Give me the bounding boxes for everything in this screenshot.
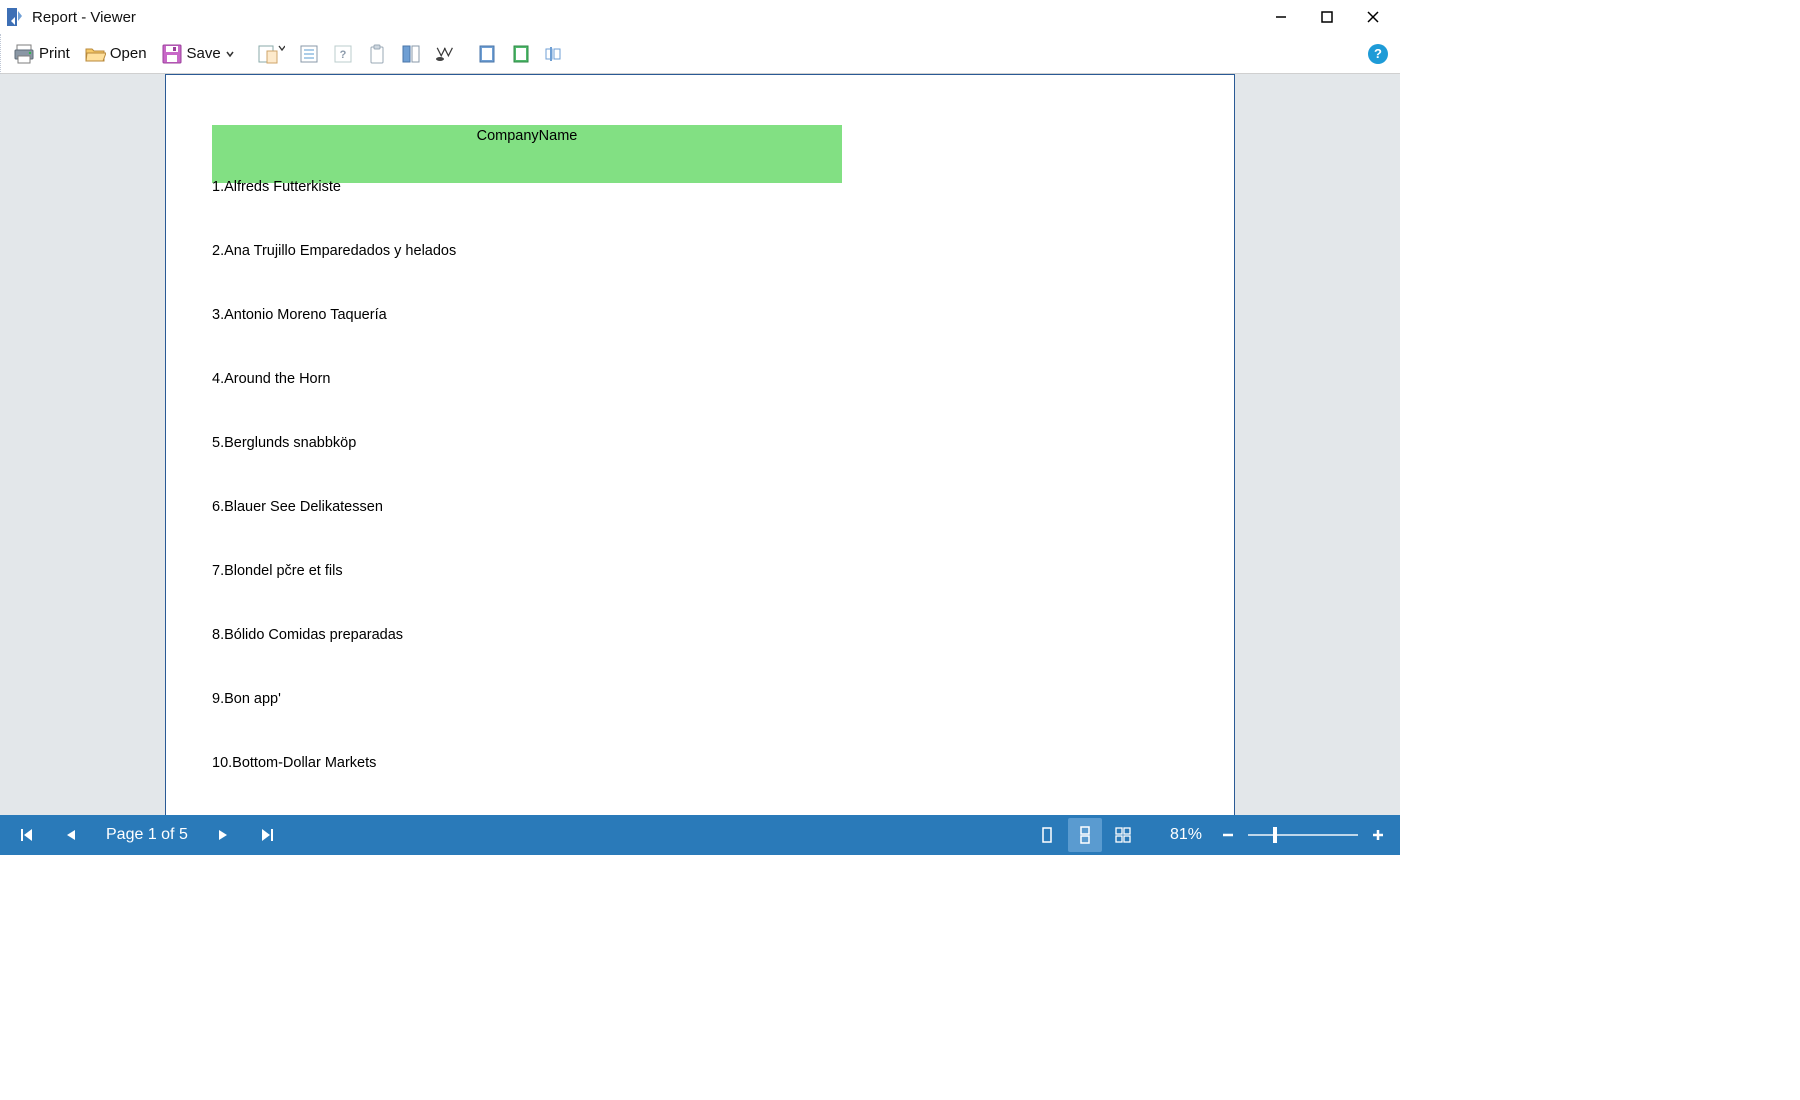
page-setup-button[interactable]: [251, 39, 291, 69]
thumbnails-button[interactable]: [395, 39, 427, 69]
parameters-button[interactable]: ?: [327, 39, 359, 69]
svg-text:?: ?: [339, 49, 346, 61]
title-bar: Report - Viewer: [0, 0, 1400, 34]
zoom-in-button[interactable]: [1366, 823, 1390, 847]
save-button[interactable]: Save: [155, 39, 241, 69]
open-button[interactable]: Open: [78, 39, 153, 69]
zoom-slider-thumb[interactable]: [1273, 827, 1277, 843]
report-row: 7.Blondel pčre et fils: [212, 563, 1188, 579]
print-button[interactable]: Print: [7, 39, 76, 69]
clipboard-button[interactable]: [361, 39, 393, 69]
help-icon: ?: [1368, 44, 1388, 64]
find-button[interactable]: [429, 39, 461, 69]
view-continuous-button[interactable]: [1068, 818, 1102, 852]
app-window: Report - Viewer Print Open Save: [0, 0, 1400, 855]
maximize-button[interactable]: [1304, 2, 1350, 32]
page-indicator: Page 1 of 5: [98, 826, 196, 844]
multi-page-button[interactable]: [539, 39, 571, 69]
first-page-button[interactable]: [10, 818, 44, 852]
print-label: Print: [39, 45, 70, 62]
zoom-value: 81%: [1164, 826, 1208, 844]
zoom-slider[interactable]: [1248, 825, 1358, 845]
bottom-bar: Page 1 of 5 81%: [0, 815, 1400, 855]
prev-page-button[interactable]: [54, 818, 88, 852]
report-row: 8.Bólido Comidas preparadas: [212, 627, 1188, 643]
outline-button[interactable]: [293, 39, 325, 69]
save-label: Save: [187, 45, 221, 62]
minimize-button[interactable]: [1258, 2, 1304, 32]
chevron-down-icon: [225, 49, 235, 59]
view-single-button[interactable]: [1030, 818, 1064, 852]
report-row: 10.Bottom-Dollar Markets: [212, 755, 1188, 771]
view-mode-group: [1030, 818, 1140, 852]
next-page-button[interactable]: [206, 818, 240, 852]
report-row: 6.Blauer See Delikatessen: [212, 499, 1188, 515]
report-row: 5.Berglunds snabbköp: [212, 435, 1188, 451]
continuous-page-button[interactable]: [505, 39, 537, 69]
report-header: CompanyName: [212, 125, 842, 183]
window-title: Report - Viewer: [32, 9, 136, 26]
document-viewport[interactable]: trial CompanyName 1.Alfreds Futterkiste2…: [0, 74, 1400, 815]
help-button[interactable]: ?: [1362, 39, 1394, 69]
close-button[interactable]: [1350, 2, 1396, 32]
zoom-out-button[interactable]: [1216, 823, 1240, 847]
toolbar: Print Open Save ?: [0, 34, 1400, 74]
report-page: trial CompanyName 1.Alfreds Futterkiste2…: [165, 74, 1235, 815]
report-row: 1.Alfreds Futterkiste: [212, 179, 1188, 195]
report-row: 2.Ana Trujillo Emparedados y helados: [212, 243, 1188, 259]
single-page-button[interactable]: [471, 39, 503, 69]
report-row: 4.Around the Horn: [212, 371, 1188, 387]
zoom-group: 81%: [1164, 823, 1390, 847]
open-label: Open: [110, 45, 147, 62]
report-row: 9.Bon app': [212, 691, 1188, 707]
report-row: 3.Antonio Moreno Taquería: [212, 307, 1188, 323]
app-icon: [4, 6, 26, 28]
last-page-button[interactable]: [250, 818, 284, 852]
view-grid-button[interactable]: [1106, 818, 1140, 852]
